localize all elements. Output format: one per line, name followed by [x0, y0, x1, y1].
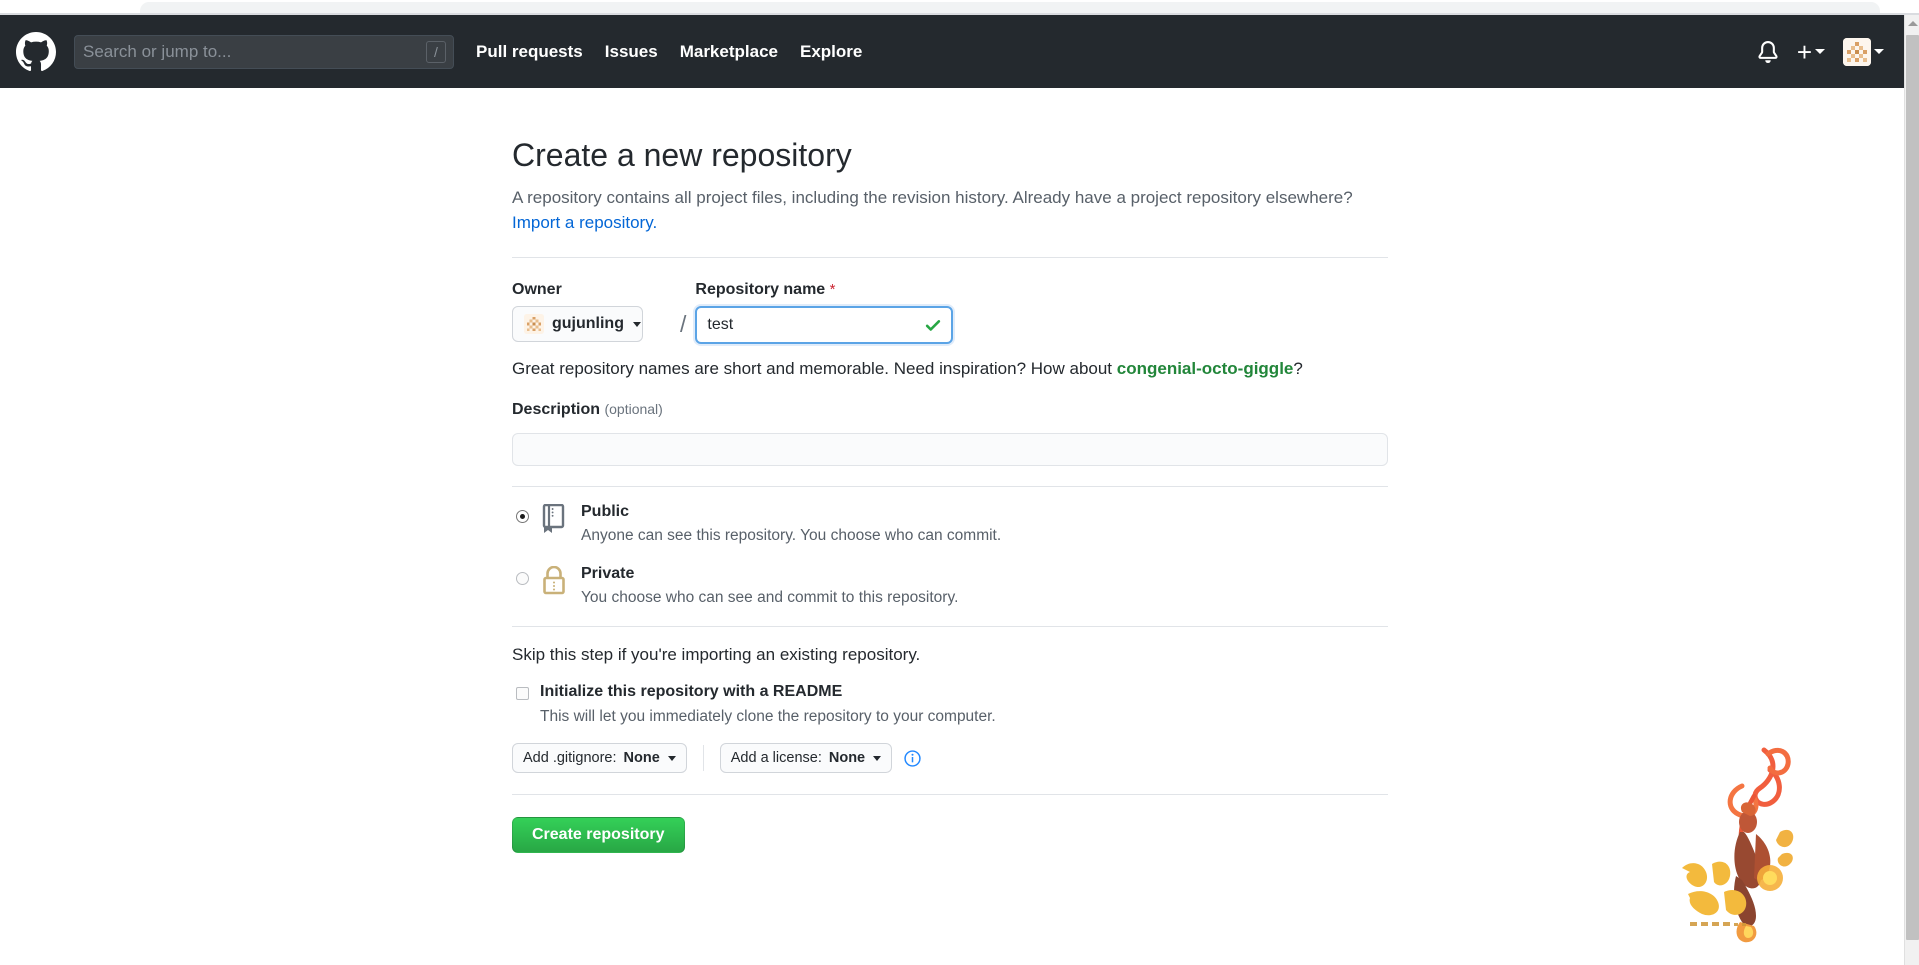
search-input[interactable]: Search or jump to... /: [74, 35, 454, 69]
owner-field: Owner: [512, 281, 671, 342]
scroll-up-arrow-icon[interactable]: [1905, 15, 1919, 32]
chevron-down-icon: [873, 756, 881, 761]
repository-name-label: Repository name *: [695, 281, 953, 299]
vertical-scrollbar[interactable]: [1904, 15, 1919, 965]
chevron-down-icon: [1874, 49, 1884, 54]
required-marker: *: [830, 281, 836, 298]
nav-link-pull-requests[interactable]: Pull requests: [476, 42, 583, 62]
repository-name-value: test: [707, 316, 733, 334]
green-check-icon: [924, 316, 942, 334]
visibility-public-description: Anyone can see this repository. You choo…: [581, 526, 1388, 547]
chevron-down-icon: [633, 322, 641, 327]
visibility-private-description: You choose who can see and commit to thi…: [581, 588, 1388, 609]
github-header: Search or jump to... / Pull requests Iss…: [0, 15, 1904, 88]
suggested-name-link[interactable]: congenial-octo-giggle: [1117, 359, 1294, 378]
description-optional-note: (optional): [604, 401, 662, 417]
visibility-private-text: Private You choose who can see and commi…: [581, 564, 1388, 609]
plus-icon: +: [1797, 43, 1812, 61]
nav-link-issues[interactable]: Issues: [605, 42, 658, 62]
repository-name-label-text: Repository name: [695, 281, 825, 298]
search-placeholder: Search or jump to...: [83, 43, 231, 60]
github-mark-icon[interactable]: [16, 32, 56, 72]
create-new-menu[interactable]: +: [1797, 43, 1825, 61]
readme-label: Initialize this repository with a README: [540, 682, 996, 703]
selector-divider: [703, 745, 704, 771]
readme-texts: Initialize this repository with a README…: [540, 682, 996, 728]
hint-prefix: Great repository names are short and mem…: [512, 359, 1117, 378]
create-repository-button[interactable]: Create repository: [512, 817, 685, 853]
owner-label: Owner: [512, 281, 671, 299]
user-menu[interactable]: [1843, 38, 1884, 66]
owner-repo-row: Owner: [512, 281, 1388, 344]
page-subtitle: A repository contains all project files,…: [512, 186, 1388, 235]
repository-name-hint: Great repository names are short and mem…: [512, 359, 1388, 379]
decorative-nezha-artwork-icon: [1668, 736, 1818, 951]
header-right-actions: +: [1757, 38, 1884, 66]
avatar: [1843, 38, 1871, 66]
search-shortcut-badge: /: [426, 41, 446, 63]
visibility-private-title: Private: [581, 565, 634, 582]
radio-public[interactable]: [516, 510, 529, 523]
owner-name: gujunling: [552, 315, 624, 333]
repo-book-icon: [541, 504, 569, 534]
repository-name-input[interactable]: test: [695, 306, 953, 344]
description-label: Description (optional): [512, 401, 1388, 419]
readme-description: This will let you immediately clone the …: [540, 707, 996, 728]
nav-link-marketplace[interactable]: Marketplace: [680, 42, 778, 62]
import-repository-link[interactable]: Import a repository.: [512, 213, 657, 232]
gitignore-prefix: Add .gitignore:: [523, 750, 617, 766]
page-subtitle-text: A repository contains all project files,…: [512, 188, 1353, 207]
chevron-down-icon: [668, 756, 676, 761]
radio-private[interactable]: [516, 572, 529, 585]
gitignore-value: None: [624, 750, 660, 766]
visibility-options: Public Anyone can see this repository. Y…: [512, 502, 1388, 608]
owner-avatar-icon: [524, 314, 544, 334]
description-input[interactable]: [512, 433, 1388, 466]
license-value: None: [829, 750, 865, 766]
scrollbar-thumb[interactable]: [1906, 35, 1919, 940]
lock-icon: [541, 566, 569, 596]
readme-option[interactable]: Initialize this repository with a README…: [512, 682, 1388, 728]
description-label-text: Description: [512, 401, 600, 418]
hint-suffix: ?: [1293, 359, 1302, 378]
visibility-public-text: Public Anyone can see this repository. Y…: [581, 502, 1388, 547]
browser-chrome: [0, 0, 1919, 15]
owner-repo-separator: /: [680, 281, 686, 338]
chevron-down-icon: [1815, 49, 1825, 54]
divider-visibility: [512, 626, 1388, 627]
nav-link-explore[interactable]: Explore: [800, 42, 862, 62]
page-body: Create a new repository A repository con…: [0, 88, 1904, 965]
template-selectors: Add .gitignore: None Add a license: None: [512, 743, 1388, 773]
gitignore-select[interactable]: Add .gitignore: None: [512, 743, 687, 773]
readme-checkbox[interactable]: [516, 687, 529, 700]
divider-bottom: [512, 794, 1388, 795]
repository-name-field: Repository name * test: [695, 281, 953, 344]
visibility-public-title: Public: [581, 503, 629, 520]
notification-bell-icon[interactable]: [1757, 41, 1779, 63]
divider-top: [512, 257, 1388, 258]
visibility-option-public[interactable]: Public Anyone can see this repository. Y…: [512, 502, 1388, 547]
skip-step-text: Skip this step if you're importing an ex…: [512, 645, 1388, 665]
license-prefix: Add a license:: [731, 750, 822, 766]
page-title: Create a new repository: [512, 135, 1388, 175]
owner-select[interactable]: gujunling: [512, 306, 643, 342]
new-repository-form: Create a new repository A repository con…: [512, 88, 1388, 853]
license-select[interactable]: Add a license: None: [720, 743, 892, 773]
visibility-option-private[interactable]: Private You choose who can see and commi…: [512, 564, 1388, 609]
divider-description: [512, 486, 1388, 487]
header-nav: Pull requests Issues Marketplace Explore: [476, 42, 862, 62]
info-circle-icon[interactable]: [904, 750, 921, 767]
